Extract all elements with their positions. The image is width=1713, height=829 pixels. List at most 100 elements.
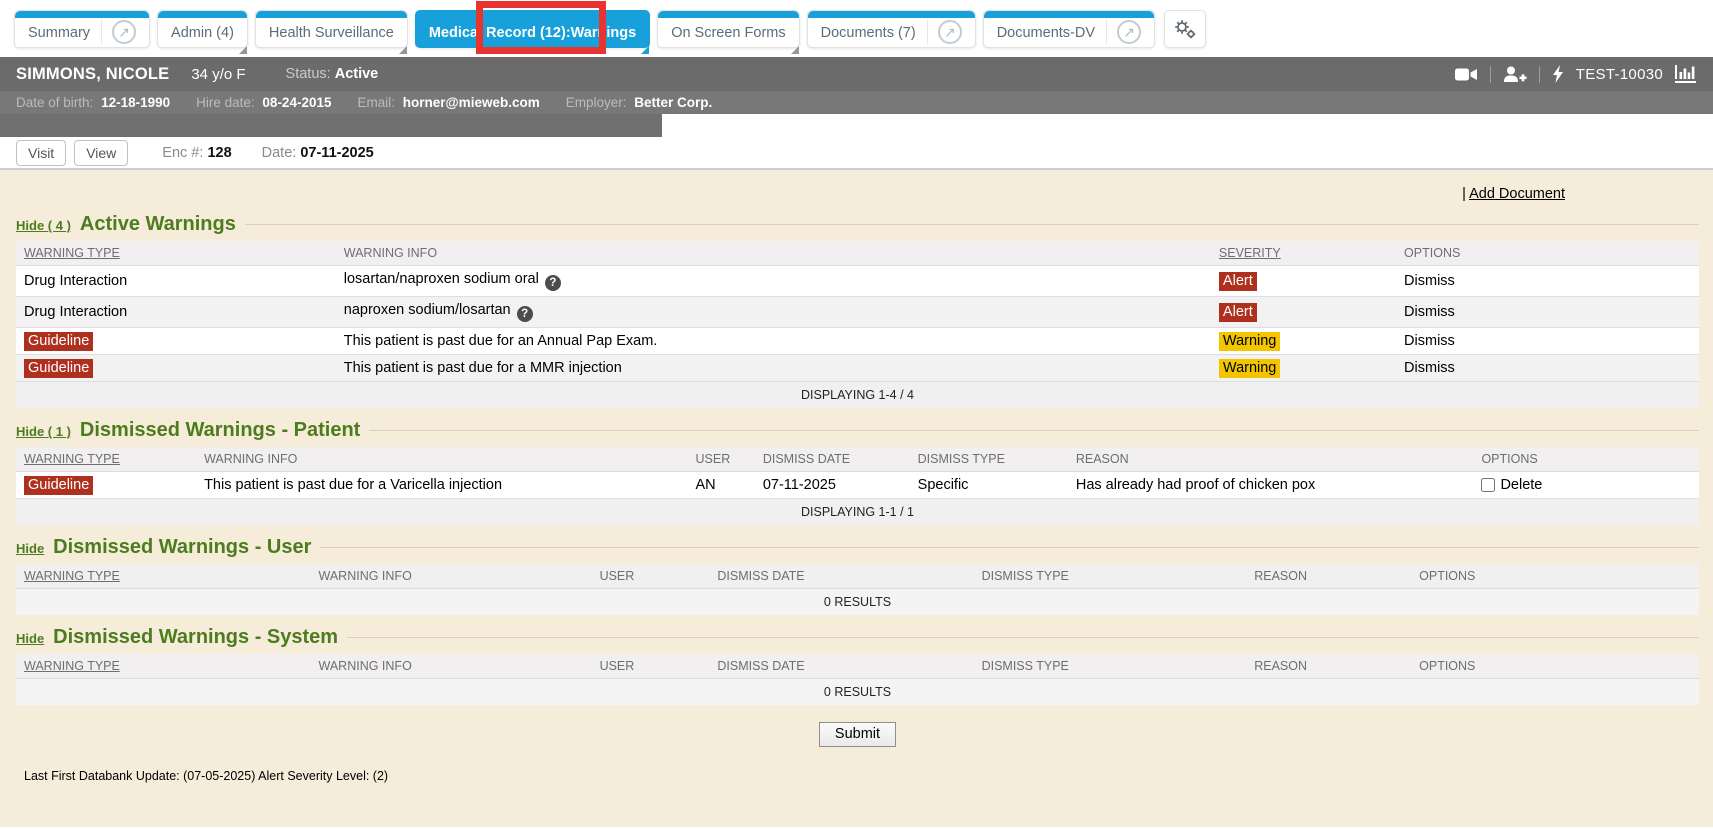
tab-medical-record-label: Medical Record (12):Warnings [429,22,636,41]
patient-status-value: Active [335,66,379,82]
header-divider [1539,66,1540,83]
column-header-dismiss-date: DISMISS DATE [709,654,973,679]
column-header-reason: REASON [1246,654,1411,679]
patient-email: Email: horner@mieweb.com [357,95,539,110]
column-header-user: USER [592,564,710,589]
patient-name: SIMMONS, NICOLE [16,65,169,84]
table-footer-row: DISPLAYING 1-1 / 1 [16,499,1699,526]
dismiss-link[interactable]: Dismiss [1404,304,1455,320]
displaying-count: DISPLAYING 1-1 / 1 [16,499,1699,526]
view-button[interactable]: View [74,140,128,166]
column-header-warning-type[interactable]: WARNING TYPE [16,654,311,679]
dismiss-user: AN [696,477,716,493]
tab-documents-label: Documents (7) [821,22,916,41]
results-count: 0 RESULTS [16,589,1699,616]
severity-badge: Warning [1219,359,1280,378]
video-camera-icon[interactable] [1455,67,1478,82]
warning-type: Drug Interaction [24,273,127,289]
dob-label: Date of birth: [16,95,93,110]
tab-summary-external-link[interactable]: ↗ [101,19,136,44]
section-divider-line [369,430,1699,431]
submit-button[interactable]: Submit [819,722,896,747]
tab-documents-dv[interactable]: Documents-DV ↗ [983,10,1155,48]
patient-age-sex: 34 y/o F [191,66,245,83]
encounter-number-value: 128 [207,145,231,161]
help-icon[interactable]: ? [517,306,533,322]
databank-update-note: Last First Databank Update: (07-05-2025)… [24,769,1699,783]
dismiss-link[interactable]: Dismiss [1404,273,1455,289]
tab-health-surveillance[interactable]: Health Surveillance [255,10,408,48]
active-warnings-table: WARNING TYPE WARNING INFO SEVERITY OPTIO… [16,241,1699,408]
column-header-warning-type[interactable]: WARNING TYPE [16,447,196,472]
dismissed-patient-title: Dismissed Warnings - Patient [80,419,360,442]
patient-header-strip [0,114,662,137]
table-header-row: WARNING TYPE WARNING INFO USER DISMISS D… [16,654,1699,679]
patient-id: TEST-10030 [1576,66,1663,83]
table-header-row: WARNING TYPE WARNING INFO USER DISMISS D… [16,447,1699,472]
visit-button[interactable]: Visit [16,140,66,166]
tab-accent-strip [15,11,149,18]
table-row: Guideline This patient is past due for a… [16,472,1699,499]
encounter-date-value: 07-11-2025 [300,145,373,161]
tab-settings-button[interactable] [1164,10,1206,48]
tab-accent-strip [158,11,247,18]
dismissed-patient-table: WARNING TYPE WARNING INFO USER DISMISS D… [16,447,1699,525]
tab-documents-dv-external-link[interactable]: ↗ [1106,19,1141,44]
tab-on-screen-forms[interactable]: On Screen Forms [657,10,799,48]
column-header-severity[interactable]: SEVERITY [1211,241,1396,266]
add-person-icon[interactable] [1503,66,1527,83]
column-header-options: OPTIONS [1396,241,1699,266]
column-header-warning-type[interactable]: WARNING TYPE [16,564,311,589]
column-header-dismiss-type: DISMISS TYPE [910,447,1068,472]
column-header-warning-type[interactable]: WARNING TYPE [16,241,336,266]
lightning-bolt-icon[interactable] [1552,65,1564,83]
dismissed-user-header: Hide Dismissed Warnings - User [16,536,1699,559]
dismissed-system-hide-link[interactable]: Hide [16,631,44,646]
table-row: Drug Interaction losartan/naproxen sodiu… [16,266,1699,297]
tab-documents-external-link[interactable]: ↗ [927,19,962,44]
dismiss-date: 07-11-2025 [763,477,836,493]
section-divider-line [320,547,1699,548]
severity-badge: Alert [1219,272,1257,291]
dismissed-patient-hide-link[interactable]: Hide ( 1 ) [16,424,71,439]
tab-admin[interactable]: Admin (4) [157,10,248,48]
results-count: 0 RESULTS [16,679,1699,706]
tab-bar: Summary ↗ Admin (4) Health Surveillance … [0,0,1713,57]
external-link-icon: ↗ [1117,20,1141,44]
dismissed-user-hide-link[interactable]: Hide [16,541,44,556]
table-footer-row: 0 RESULTS [16,589,1699,616]
dismiss-reason: Has already had proof of chicken pox [1076,477,1315,493]
gears-icon [1173,18,1197,40]
patient-status: Status: Active [286,66,379,82]
add-document-link[interactable]: Add Document [1469,186,1565,202]
column-header-dismiss-date: DISMISS DATE [709,564,973,589]
tab-on-screen-forms-label: On Screen Forms [671,22,785,41]
warning-type-badge: Guideline [24,332,93,351]
tab-accent-strip [984,11,1154,18]
tab-dropdown-fold-icon [791,46,799,54]
column-header-reason: REASON [1246,564,1411,589]
dismissed-system-title: Dismissed Warnings - System [53,626,338,649]
delete-checkbox[interactable] [1481,478,1495,492]
employer-label: Employer: [566,95,627,110]
dob-value: 12-18-1990 [101,95,170,110]
flowsheet-chart-icon[interactable] [1675,65,1697,83]
encounter-number-label: Enc #: [162,145,203,161]
tab-dropdown-fold-icon [239,46,247,54]
tab-medical-record-warnings[interactable]: Medical Record (12):Warnings [415,10,650,48]
column-header-user: USER [592,654,710,679]
patient-header-bar: SIMMONS, NICOLE 34 y/o F Status: Active [0,57,1713,91]
help-icon[interactable]: ? [545,275,561,291]
dismissed-user-table: WARNING TYPE WARNING INFO USER DISMISS D… [16,564,1699,615]
tab-documents[interactable]: Documents (7) ↗ [807,10,976,48]
encounter-date: Date: 07-11-2025 [262,145,374,161]
external-link-icon: ↗ [112,20,136,44]
dismiss-link[interactable]: Dismiss [1404,333,1455,349]
active-warnings-hide-link[interactable]: Hide ( 4 ) [16,218,71,233]
section-divider-line [347,637,1699,638]
column-header-warning-info: WARNING INFO [311,654,592,679]
encounter-date-label: Date: [262,145,297,161]
tab-summary[interactable]: Summary ↗ [14,10,150,48]
dismiss-link[interactable]: Dismiss [1404,360,1455,376]
header-divider [1490,66,1491,83]
